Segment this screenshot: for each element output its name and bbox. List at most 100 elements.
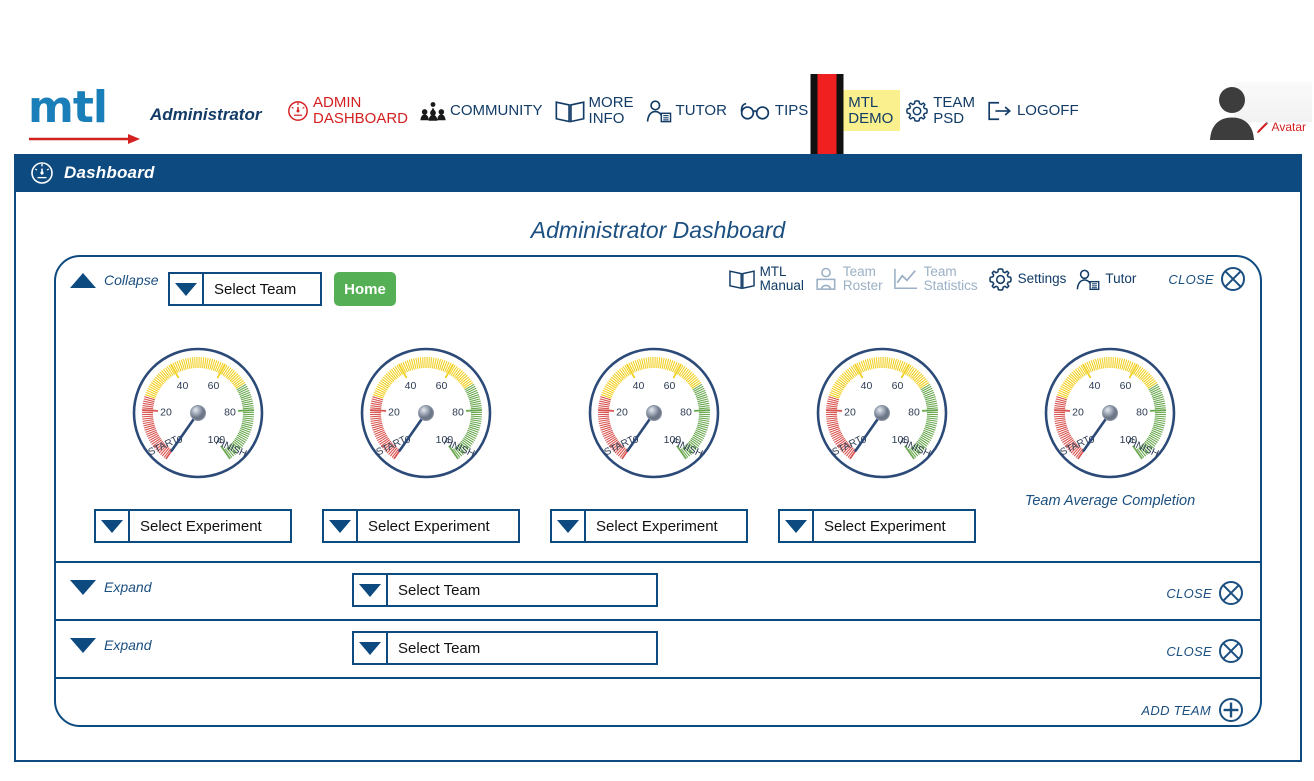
team-select[interactable]: Select Team: [168, 272, 322, 306]
tool-settings[interactable]: Settings: [988, 267, 1066, 292]
experiment-select[interactable]: Select Experiment: [94, 509, 292, 543]
nav-item-community[interactable]: COMMUNITY: [415, 95, 550, 127]
expand-toggle[interactable]: Expand: [70, 579, 151, 595]
nav-item-team-psd[interactable]: TEAM PSD: [900, 90, 982, 131]
expand-toggle[interactable]: Expand: [70, 637, 151, 653]
logo-arrow-icon: [29, 134, 140, 144]
tool-label: MTL Manual: [760, 265, 804, 293]
triangle-up-icon: [70, 272, 96, 288]
team-select[interactable]: Select Team: [352, 573, 658, 607]
close-row-button[interactable]: CLOSE: [1166, 580, 1244, 606]
tool-team-statistics[interactable]: Team Statistics: [893, 265, 978, 293]
dropdown-arrow[interactable]: [324, 511, 358, 541]
gauge-chart-team-average: 020406080100STARTFINISH: [1044, 347, 1176, 479]
top-header: mtl Administrator ADMIN DASHBOARD COMMUN…: [0, 74, 1314, 215]
tool-label: Team Roster: [843, 265, 883, 293]
main-navigation: ADMIN DASHBOARD COMMUNITY MORE INFO TUTO…: [282, 90, 1086, 131]
tool-label-line1: MTL: [759, 264, 787, 279]
page-title: Dashboard: [64, 163, 155, 182]
expand-label: Expand: [104, 579, 152, 595]
svg-text:20: 20: [1072, 406, 1084, 418]
triangle-down-icon: [359, 641, 381, 655]
close-label: CLOSE: [1166, 585, 1212, 601]
avatar-label-text: Avatar: [1271, 120, 1306, 134]
nav-label-line1: ADMIN: [313, 94, 362, 111]
tutor-icon: [1077, 269, 1100, 290]
svg-text:60: 60: [208, 380, 220, 392]
close-card-button[interactable]: CLOSE: [1168, 266, 1246, 292]
triangle-down-icon: [329, 519, 351, 533]
tool-label-line2: Manual: [759, 278, 804, 293]
tool-mtl-manual[interactable]: MTL Manual: [728, 265, 804, 293]
svg-text:60: 60: [892, 380, 904, 392]
experiment-select[interactable]: Select Experiment: [778, 509, 976, 543]
nav-label-line1: TEAM: [933, 94, 975, 111]
add-team-button[interactable]: ADD TEAM: [1141, 697, 1244, 723]
triangle-down-icon: [70, 579, 96, 595]
svg-text:80: 80: [908, 406, 920, 418]
tool-team-roster[interactable]: Team Roster: [814, 265, 883, 293]
triangle-down-icon: [785, 519, 807, 533]
nav-item-tutor[interactable]: TUTOR: [641, 94, 734, 128]
collapse-toggle[interactable]: Collapse: [70, 272, 158, 288]
experiment-select-value: Select Experiment: [140, 517, 262, 535]
close-row-button[interactable]: CLOSE: [1166, 638, 1244, 664]
gauge-chart: 020406080100STARTFINISH: [588, 347, 720, 479]
dropdown-arrow[interactable]: [354, 633, 388, 663]
svg-text:80: 80: [680, 406, 692, 418]
svg-text:20: 20: [844, 406, 856, 418]
nav-item-more-info[interactable]: MORE INFO: [550, 90, 641, 131]
experiment-select[interactable]: Select Experiment: [550, 509, 748, 543]
nav-label: LOGOFF: [1016, 102, 1079, 119]
team-select-value: Select Team: [214, 280, 297, 298]
svg-text:60: 60: [1120, 380, 1132, 392]
triangle-down-icon: [70, 637, 96, 653]
svg-text:80: 80: [224, 406, 236, 418]
roster-icon: [816, 267, 836, 290]
nav-item-logoff[interactable]: LOGOFF: [982, 95, 1086, 127]
nav-label: MORE INFO: [589, 95, 634, 126]
experiment-select-value: Select Experiment: [596, 517, 718, 535]
logo-text: mtl: [28, 82, 108, 133]
user-role-label: Administrator: [150, 105, 262, 124]
gear-icon: [988, 267, 1012, 291]
avatar-block[interactable]: Avatar: [1192, 82, 1312, 148]
dropdown-arrow[interactable]: [552, 511, 586, 541]
close-label: CLOSE: [1168, 271, 1214, 287]
avatar[interactable]: [1206, 84, 1258, 140]
nav-label: COMMUNITY: [450, 102, 543, 119]
gauge-chart: 020406080100STARTFINISH: [816, 347, 948, 479]
app-root: mtl Administrator ADMIN DASHBOARD COMMUN…: [0, 0, 1314, 781]
triangle-down-icon: [101, 519, 123, 533]
dropdown-arrow[interactable]: [96, 511, 130, 541]
mtl-logo[interactable]: mtl: [28, 82, 140, 144]
team-select[interactable]: Select Team: [352, 631, 658, 665]
community-icon: [420, 101, 446, 121]
tool-label-line2: Roster: [842, 278, 883, 293]
svg-text:20: 20: [616, 406, 628, 418]
expand-label: Expand: [104, 637, 152, 653]
tool-label-line1: Team: [923, 264, 957, 279]
card-toolbar: MTL Manual Team Roster Team Statistics S…: [728, 265, 1246, 293]
close-icon: [1219, 581, 1243, 605]
triangle-down-icon: [557, 519, 579, 533]
svg-text:20: 20: [160, 406, 172, 418]
book-icon: [555, 100, 585, 123]
svg-text:80: 80: [452, 406, 464, 418]
nav-label: ADMIN DASHBOARD: [313, 95, 408, 126]
dropdown-arrow[interactable]: [354, 575, 388, 605]
experiment-select[interactable]: Select Experiment: [322, 509, 520, 543]
edit-avatar-link[interactable]: Avatar: [1256, 120, 1306, 134]
nav-item-admin-dashboard[interactable]: ADMIN DASHBOARD: [282, 90, 415, 131]
experiment-select-value: Select Experiment: [368, 517, 490, 535]
dropdown-arrow[interactable]: [170, 274, 204, 304]
svg-text:40: 40: [405, 380, 417, 392]
logoff-icon: [988, 101, 1011, 120]
experiment-select-row: Select Experiment Select Experiment Sele…: [56, 509, 1260, 549]
gauge-icon: [31, 162, 53, 184]
nav-label-line2: DASHBOARD: [313, 109, 409, 127]
dropdown-arrow[interactable]: [780, 511, 814, 541]
nav-label: TUTOR: [675, 102, 727, 119]
tool-tutor[interactable]: Tutor: [1076, 268, 1136, 291]
home-button[interactable]: Home: [334, 272, 396, 306]
